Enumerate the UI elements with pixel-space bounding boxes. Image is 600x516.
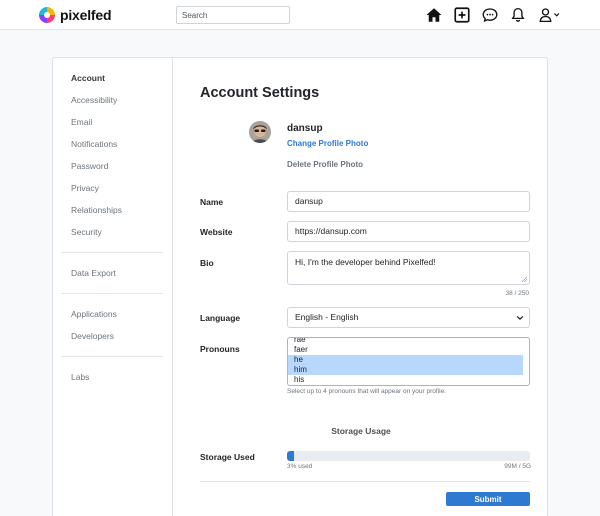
sidebar-divider [61, 356, 163, 357]
pronouns-multiselect[interactable]: rae faer he him his [287, 337, 530, 386]
storage-progress-fill [287, 451, 295, 461]
sidebar-item-email[interactable]: Email [71, 117, 92, 127]
pronouns-help-text: Select up to 4 pronouns that will appear… [287, 388, 446, 395]
delete-profile-photo-link[interactable]: Delete Profile Photo [287, 160, 363, 169]
sidebar-divider [61, 252, 163, 253]
name-label: Name [200, 197, 224, 207]
pronoun-option-selected[interactable]: he [288, 355, 523, 365]
bio-label: Bio [200, 258, 214, 268]
language-selected-value: English - English [295, 312, 359, 322]
sidebar-item-developers[interactable]: Developers [71, 331, 114, 341]
sidebar-item-applications[interactable]: Applications [71, 309, 117, 319]
username: dansup [287, 123, 323, 134]
bio-text: Hi, I'm the developer behind Pixelfed! [295, 257, 436, 267]
language-select[interactable]: English - English [287, 307, 530, 328]
pronoun-option[interactable]: rae [288, 338, 523, 345]
page-title: Account Settings [200, 85, 320, 101]
bio-textarea[interactable]: Hi, I'm the developer behind Pixelfed! [287, 251, 530, 285]
sidebar-item-relationships[interactable]: Relationships [71, 205, 122, 215]
sidebar-item-security[interactable]: Security [71, 227, 102, 237]
search-input[interactable] [176, 6, 290, 24]
avatar [249, 121, 271, 143]
account-settings-panel: Account Settings dansup Change Profile P… [174, 58, 548, 516]
settings-card: Account Accessibility Email Notification… [52, 57, 548, 516]
brand-name: pixelfed [60, 7, 112, 23]
website-label: Website [200, 227, 233, 237]
pronoun-option[interactable]: faer [288, 345, 523, 355]
name-input[interactable]: dansup [287, 191, 530, 212]
pronoun-option[interactable]: his [288, 375, 523, 385]
form-divider [200, 481, 530, 482]
storage-section-title: Storage Usage [331, 426, 391, 436]
pixelfed-logo-icon [39, 7, 55, 23]
sidebar-item-labs[interactable]: Labs [71, 372, 89, 382]
submit-button[interactable]: Submit [446, 492, 530, 506]
storage-used-label: Storage Used [200, 452, 255, 462]
sidebar-item-data-export[interactable]: Data Export [71, 268, 116, 278]
plus-square-icon[interactable] [453, 6, 471, 24]
storage-progress-bar [287, 451, 530, 461]
settings-sidebar: Account Accessibility Email Notification… [53, 58, 173, 516]
bell-icon[interactable] [509, 6, 527, 24]
sidebar-item-privacy[interactable]: Privacy [71, 183, 99, 193]
pronoun-option-selected[interactable]: him [288, 365, 523, 375]
sidebar-divider [61, 293, 163, 294]
sidebar-item-notifications[interactable]: Notifications [71, 139, 117, 149]
bio-char-counter: 38 / 250 [505, 290, 530, 297]
sidebar-item-account[interactable]: Account [71, 73, 105, 83]
home-icon[interactable] [425, 6, 443, 24]
website-input[interactable]: https://dansup.com [287, 221, 530, 242]
chat-icon[interactable] [481, 6, 499, 24]
resize-handle-icon[interactable] [522, 277, 527, 282]
change-profile-photo-link[interactable]: Change Profile Photo [287, 139, 368, 148]
sidebar-item-password[interactable]: Password [71, 161, 108, 171]
storage-percent-text: 3% used [287, 463, 313, 470]
sidebar-item-accessibility[interactable]: Accessibility [71, 95, 117, 105]
pronouns-label: Pronouns [200, 344, 240, 354]
user-icon[interactable] [538, 6, 562, 24]
brand-link[interactable]: pixelfed [39, 7, 112, 23]
language-label: Language [200, 313, 241, 323]
chevron-down-icon [516, 315, 524, 321]
storage-limit-text: 99M / 5G [504, 463, 531, 470]
top-navbar: pixelfed [0, 0, 600, 30]
